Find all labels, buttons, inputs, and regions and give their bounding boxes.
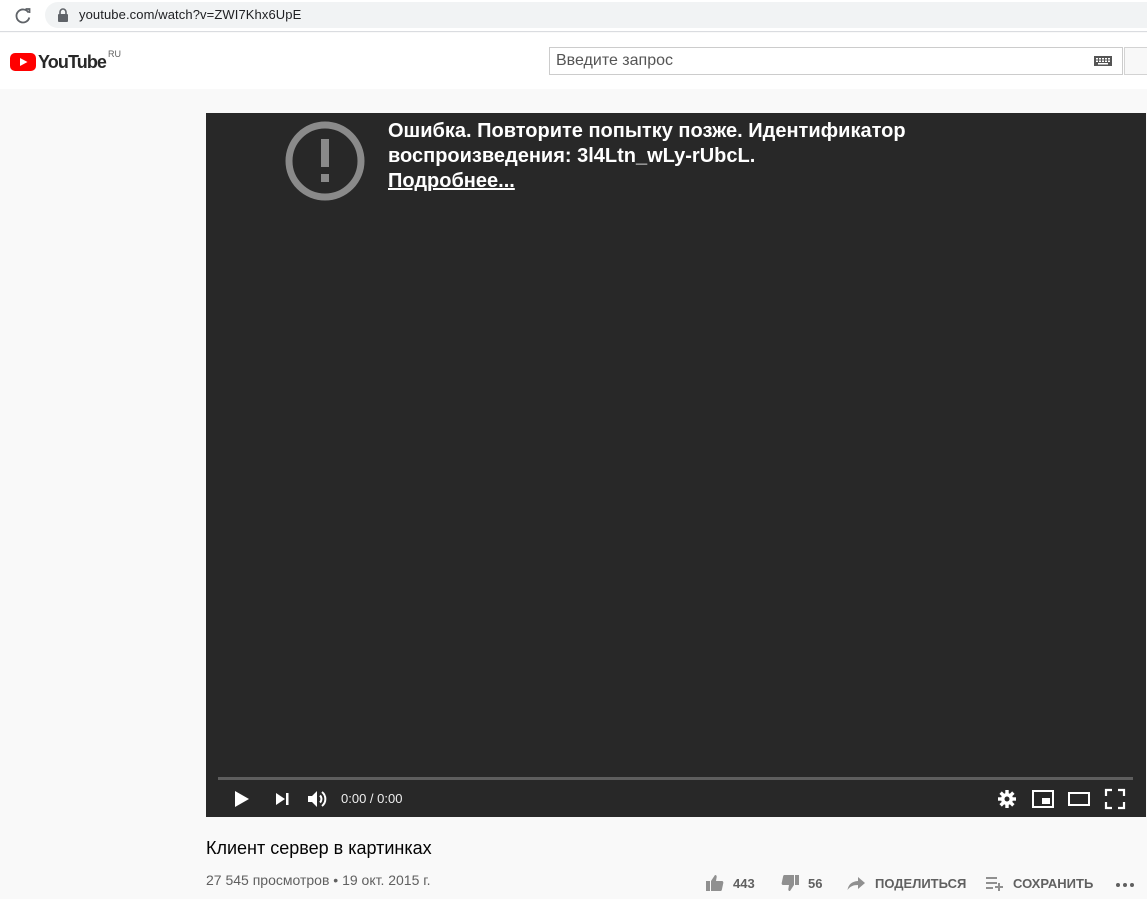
error-exclamation-icon bbox=[285, 121, 365, 201]
like-button[interactable]: 443 bbox=[705, 872, 755, 894]
search-button[interactable] bbox=[1124, 47, 1147, 75]
more-dots-icon bbox=[1116, 883, 1134, 887]
fullscreen-icon[interactable] bbox=[1103, 787, 1127, 811]
settings-gear-icon[interactable] bbox=[995, 787, 1019, 811]
volume-icon[interactable] bbox=[305, 787, 329, 811]
time-display: 0:00 / 0:00 bbox=[341, 791, 403, 806]
thumbs-down-icon bbox=[781, 875, 799, 891]
video-title: Клиент сервер в картинках bbox=[206, 838, 432, 858]
share-label: ПОДЕЛИТЬСЯ bbox=[875, 875, 967, 891]
progress-bar[interactable] bbox=[218, 777, 1133, 780]
next-icon[interactable] bbox=[270, 787, 294, 811]
reload-icon[interactable] bbox=[13, 6, 33, 26]
miniplayer-icon[interactable] bbox=[1031, 787, 1055, 811]
more-actions-button[interactable] bbox=[1114, 872, 1136, 894]
share-button[interactable]: ПОДЕЛИТЬСЯ bbox=[846, 872, 966, 894]
error-line-1: Ошибка. Повторите попытку позже. Идентиф… bbox=[388, 120, 906, 142]
like-count: 443 bbox=[733, 875, 755, 891]
learn-more-link[interactable]: Подробнее... bbox=[388, 169, 515, 194]
url-text: youtube.com/watch?v=ZWI7Khx6UpE bbox=[79, 7, 302, 22]
share-arrow-icon bbox=[847, 877, 865, 890]
youtube-play-logo-icon bbox=[10, 53, 36, 71]
theater-mode-icon[interactable] bbox=[1067, 787, 1091, 811]
address-bar[interactable]: youtube.com/watch?v=ZWI7Khx6UpE bbox=[45, 2, 1147, 28]
error-line-2: воспроизведения: 3l4Ltn_wLy-rUbcL. bbox=[388, 145, 756, 167]
keyboard-icon[interactable] bbox=[1094, 56, 1112, 66]
playlist-add-icon bbox=[986, 877, 1003, 891]
lock-icon[interactable] bbox=[57, 8, 69, 22]
logo-region: RU bbox=[108, 49, 122, 59]
play-icon[interactable] bbox=[230, 787, 254, 811]
thumbs-up-icon bbox=[706, 875, 724, 891]
video-views-date: 27 545 просмотров • 19 окт. 2015 г. bbox=[206, 872, 431, 888]
save-label: СОХРАНИТЬ bbox=[1013, 875, 1094, 891]
video-player[interactable]: Ошибка. Повторите попытку позже. Идентиф… bbox=[206, 113, 1146, 817]
logo-wordmark: YouTube bbox=[38, 52, 107, 72]
search-box[interactable] bbox=[549, 47, 1123, 75]
search-input[interactable] bbox=[550, 48, 1092, 74]
browser-toolbar: youtube.com/watch?v=ZWI7Khx6UpE bbox=[0, 0, 1147, 32]
dislike-button[interactable]: 56 bbox=[780, 872, 822, 894]
dislike-count: 56 bbox=[808, 875, 823, 891]
save-button[interactable]: СОХРАНИТЬ bbox=[985, 872, 1093, 894]
error-message: Ошибка. Повторите попытку позже. Идентиф… bbox=[388, 119, 1108, 194]
masthead: YouTube RU bbox=[0, 33, 1147, 89]
youtube-logo[interactable]: YouTube RU bbox=[10, 49, 122, 73]
